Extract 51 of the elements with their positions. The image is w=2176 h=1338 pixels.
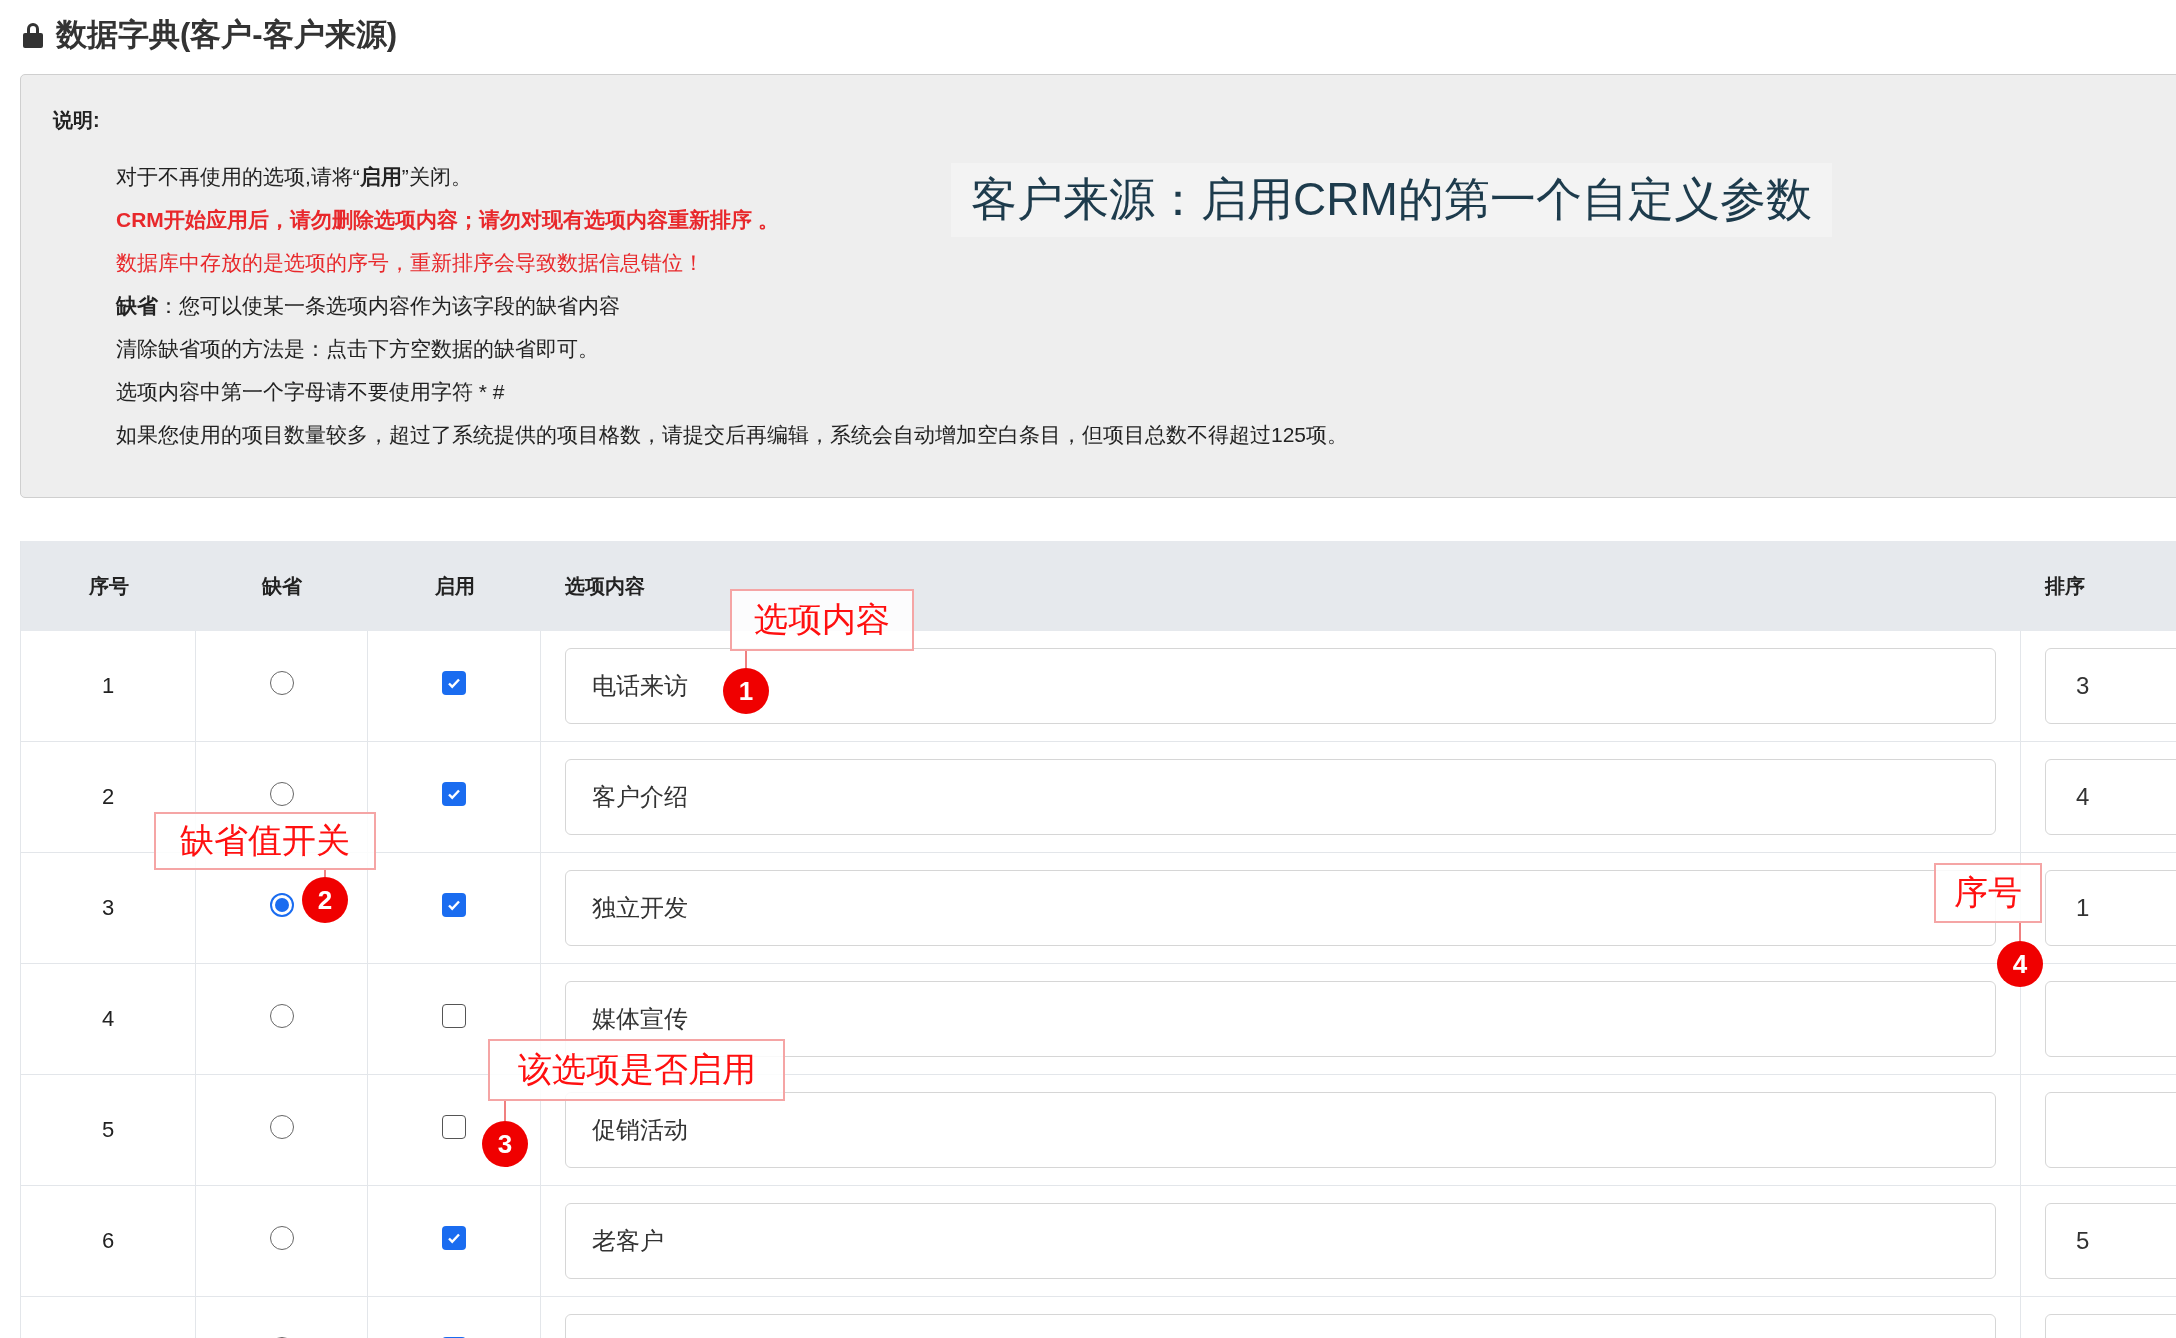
note-text: 对于不再使用的选项,请将“启用”关闭。 (116, 164, 473, 190)
option-content-field[interactable]: 促销活动 (565, 1092, 1996, 1168)
annotation-label: 序号 (1934, 863, 2042, 923)
option-content-field[interactable]: 老客户 (565, 1203, 1996, 1279)
warning-text: 数据库中存放的是选项的序号，重新排序会导致数据信息错位！ (116, 250, 705, 276)
number-badge: 4 (1997, 941, 2043, 987)
lock-icon (20, 21, 46, 49)
page-title: 数据字典(客户-客户来源) (56, 16, 397, 54)
enabled-checkbox[interactable] (442, 893, 466, 917)
enabled-checkbox[interactable] (442, 1226, 466, 1250)
order-field[interactable]: 1 (2045, 870, 2176, 946)
column-header: 序号 (88, 573, 129, 599)
default-radio[interactable] (269, 782, 294, 806)
row-number: 3 (101, 895, 115, 921)
leader-line (504, 1101, 506, 1121)
note-text: 如果您使用的项目数量较多，超过了系统提供的项目格数，请提交后再编辑，系统会自动增加空白条目，但项目总数不得超过125项。 (116, 422, 1350, 448)
column-header: 启用 (434, 573, 475, 599)
note-text: 清除缺省项的方法是：点击下方空数据的缺省即可。 (116, 336, 600, 362)
leader-line (745, 651, 747, 668)
enabled-checkbox[interactable] (442, 671, 466, 695)
default-radio[interactable] (269, 1226, 294, 1250)
callout-text: 客户来源：启用CRM的第一个自定义参数 (951, 163, 1832, 237)
column-header: 缺省 (262, 573, 302, 599)
column-header: 排序 (2043, 573, 2086, 599)
enabled-checkbox[interactable] (442, 782, 466, 806)
column-header: 选项内容 (564, 573, 646, 599)
option-content-field[interactable]: 客户介绍 (565, 759, 1996, 835)
order-field[interactable]: 4 (2045, 759, 2176, 835)
default-radio[interactable] (269, 1004, 294, 1028)
number-badge: 2 (302, 877, 348, 923)
note-text: 缺省：您可以使某一条选项内容作为该字段的缺省内容 (116, 293, 621, 319)
default-radio[interactable] (269, 671, 294, 695)
enabled-checkbox[interactable] (442, 1004, 466, 1028)
row-number: 1 (101, 673, 115, 699)
order-field[interactable]: 5 (2045, 1203, 2176, 1279)
row-number: 6 (101, 1228, 115, 1254)
order-field[interactable]: 3 (2045, 648, 2176, 724)
notes-heading: 说明: (53, 108, 101, 133)
warning-text: CRM开始应用后，请勿删除选项内容；请勿对现有选项内容重新排序 。 (116, 207, 780, 233)
row-number: 5 (101, 1117, 115, 1143)
number-badge: 3 (482, 1121, 528, 1167)
annotation-label: 该选项是否启用 (488, 1039, 785, 1101)
row-number: 2 (101, 784, 115, 810)
enabled-checkbox[interactable] (442, 1115, 466, 1139)
row-number: 4 (101, 1006, 115, 1032)
note-text: 选项内容中第一个字母请不要使用字符 * # (116, 379, 506, 405)
annotation-label: 选项内容 (730, 589, 914, 651)
annotation-label: 缺省值开关 (154, 812, 376, 870)
leader-line (2019, 923, 2021, 941)
default-radio[interactable] (269, 893, 294, 917)
default-radio[interactable] (269, 1115, 294, 1139)
